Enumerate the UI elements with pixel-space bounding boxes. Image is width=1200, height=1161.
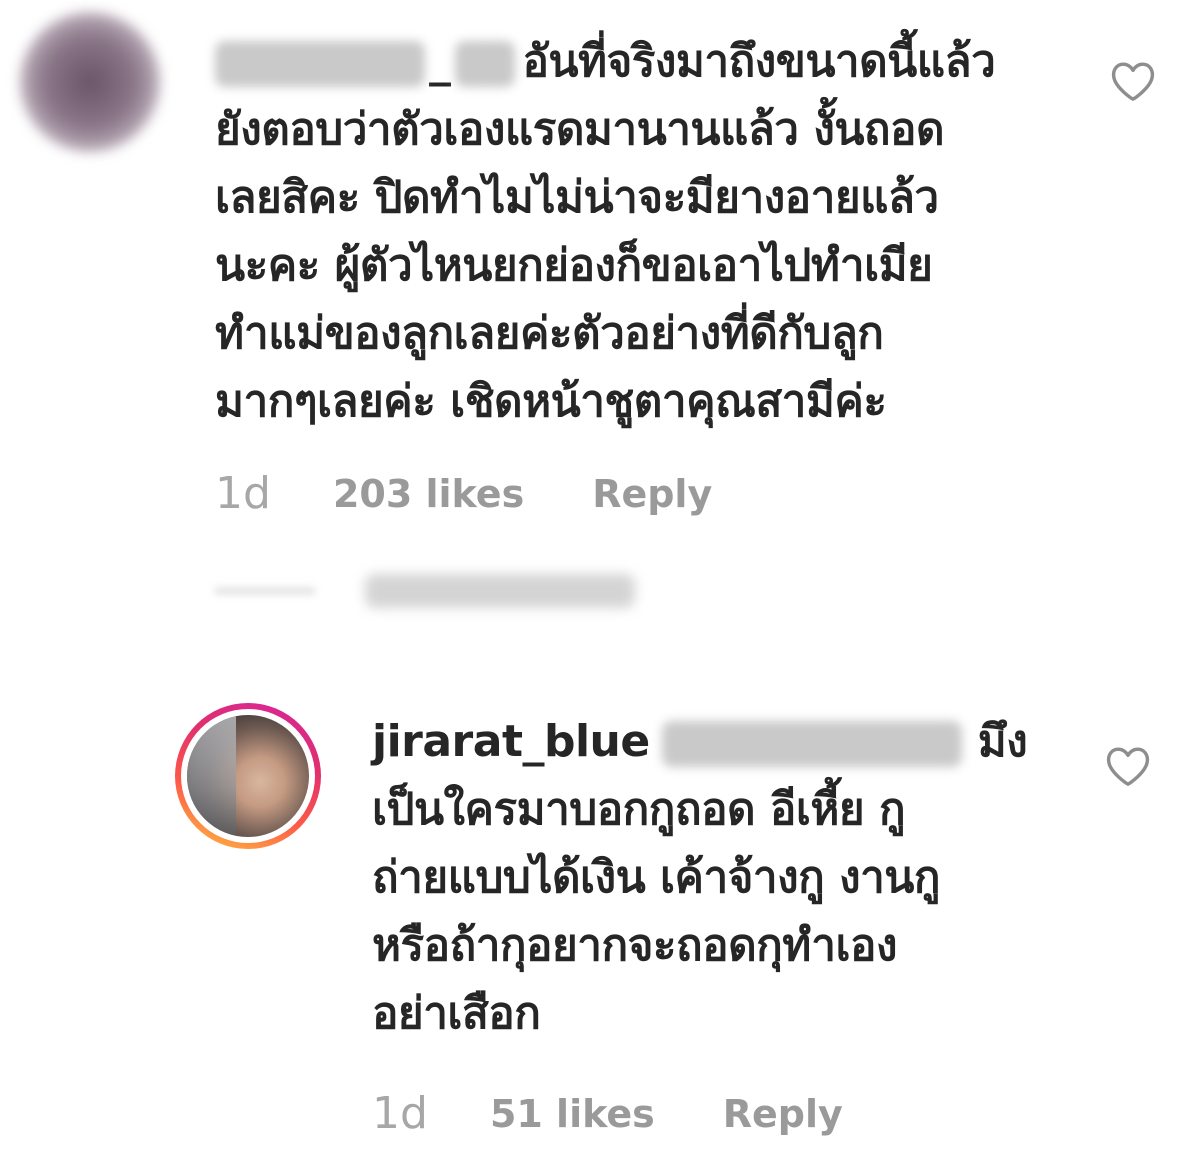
view-replies-toggle[interactable] [215,570,635,610]
avatar-photo [187,715,309,837]
heart-outline-icon[interactable] [1105,745,1151,787]
comment-line: อย่าเสือก [372,988,541,1039]
comment-line: ถ่ายแบบได้เงิน เค้าจ้างกู งานกู [372,852,941,903]
comment-line: ทำแม่ของลูกเลยค่ะตัวอย่างที่ดีกับลูก [215,308,884,359]
comment-text: _ อันที่จริงมาถึงขนาดนี้แล้ว ยังตอบว่าตัว… [215,28,996,436]
comment-likes[interactable]: 203 likes [333,472,524,516]
avatar[interactable] [175,703,321,849]
comment-line: มากๆเลยค่ะ เชิดหน้าชูตาคุณสามีค่ะ [215,376,887,427]
comment-likes[interactable]: 51 likes [490,1092,655,1136]
comment-line: เป็นใครมาบอกกูถอด อีเหี้ย กู [372,784,906,835]
comment-meta: 1d 51 likes Reply [372,1088,843,1139]
blurred-username-tail [454,41,515,87]
comment-line: มึง [977,716,1028,767]
comment-line: อันที่จริงมาถึงขนาดนี้แล้ว [522,36,996,87]
replies-divider [215,588,315,594]
comment-line: เลยสิคะ ปิดทำไมไม่น่าจะมียางอายแล้ว [215,172,939,223]
blurred-view-replies-text [365,574,635,608]
comment-line: หรือถ้ากุอยากจะถอดกุทำเอง [372,920,897,971]
comment-time: 1d [372,1088,428,1139]
comment-meta: 1d 203 likes Reply [215,468,712,519]
comment-time: 1d [215,468,271,519]
comment-username[interactable]: jirarat_blue [372,716,650,767]
comment-line: นะคะ ผู้ตัวไหนยกย่องก็ขอเอาไปทำเมีย [215,240,933,291]
comment-text: jirarat_blue มึง เป็นใครมาบอกกูถอด อีเหี้… [372,708,1028,1048]
reply-button[interactable]: Reply [723,1092,843,1136]
reply-button[interactable]: Reply [592,472,712,516]
blurred-username-suffix [661,721,962,767]
avatar[interactable] [20,12,160,152]
blurred-username[interactable] [215,41,425,87]
username-fragment: _ [429,36,451,87]
heart-outline-icon[interactable] [1110,60,1156,102]
comment-line: ยังตอบว่าตัวเองแรดมานานแล้ว งั้นถอด [215,104,945,155]
